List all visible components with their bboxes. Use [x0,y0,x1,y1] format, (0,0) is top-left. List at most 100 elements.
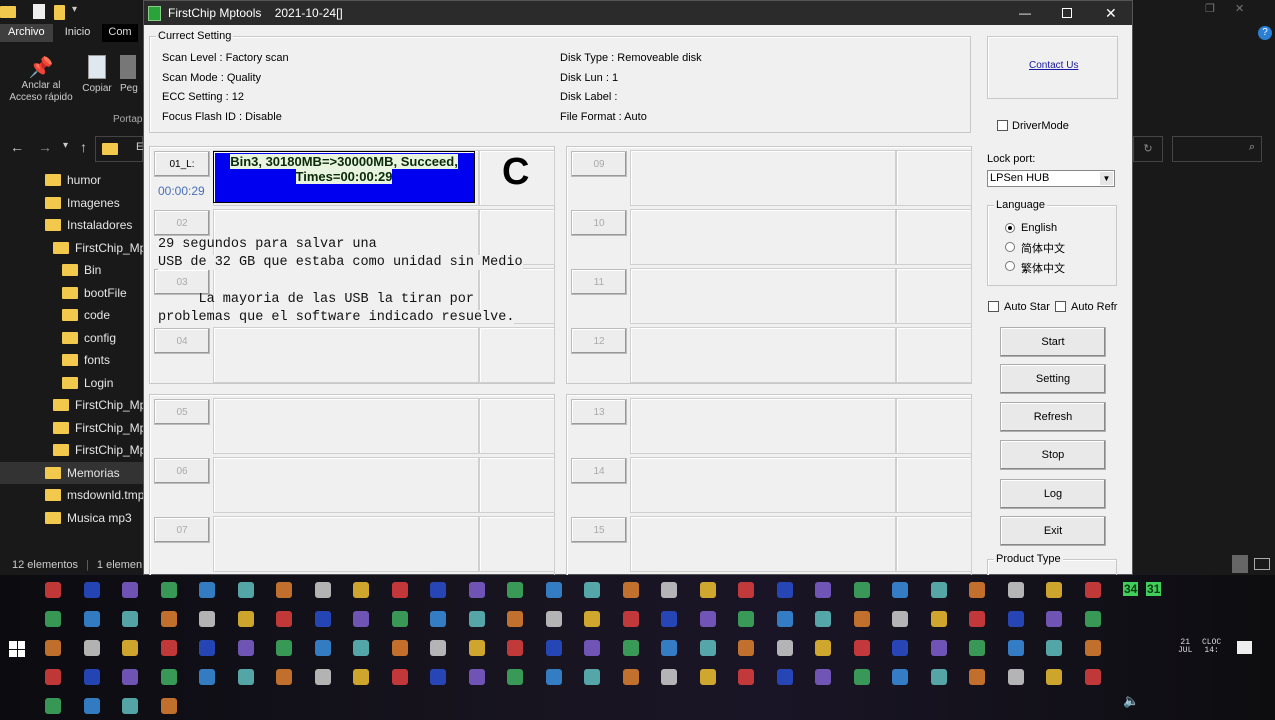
tray-app-icon[interactable] [468,582,485,598]
port-button[interactable]: 12 [571,328,627,354]
tray-app-icon[interactable] [122,611,138,627]
tray-app-icon[interactable] [237,611,254,627]
ribbon-copy[interactable]: Copiar [80,55,114,94]
tray-app-icon[interactable] [699,640,716,656]
tray-app-icon[interactable] [853,611,870,627]
tray-app-icon[interactable] [160,582,177,598]
tray-app-icon[interactable] [45,611,61,627]
minimize-button[interactable]: — [1019,6,1031,20]
tray-app-icon[interactable] [545,640,562,656]
close-icon[interactable]: ✕ [1235,2,1244,15]
restore-icon[interactable]: ❐ [1205,2,1215,15]
chevron-down-icon[interactable]: ▼ [1100,172,1113,185]
tree-item[interactable]: Login [62,372,113,394]
radio-simplified-chinese[interactable] [1005,242,1015,252]
tree-item[interactable]: humor [45,169,101,191]
tray-app-icon[interactable] [122,669,138,685]
tray-app-icon[interactable] [1084,640,1101,656]
tray-app-icon[interactable] [1084,611,1101,627]
tray-app-icon[interactable] [738,582,754,598]
refresh-button[interactable]: Refresh [1000,402,1106,432]
tray-app-icon[interactable] [391,582,408,598]
tab-archivo[interactable]: Archivo [0,24,53,42]
driver-mode-checkbox[interactable] [997,120,1008,131]
tray-app-icon[interactable] [314,669,331,685]
tray-app-icon[interactable] [507,669,523,685]
tray-app-icon[interactable] [815,611,831,627]
tree-item[interactable]: bootFile [62,282,127,304]
tray-app-icon[interactable] [468,640,485,656]
tree-item[interactable]: Instaladores [45,214,132,236]
port-button[interactable]: 13 [571,399,627,425]
tray-app-icon[interactable] [969,611,985,627]
tree-item[interactable]: msdownld.tmp [45,484,144,506]
tray-app-icon[interactable] [699,669,716,685]
tray-app-icon[interactable] [1007,640,1024,656]
maximize-button[interactable] [1062,8,1072,18]
tray-app-icon[interactable] [584,669,600,685]
tray-app-icon[interactable] [661,640,677,656]
tray-app-icon[interactable] [969,640,985,656]
tray-app-icon[interactable] [892,582,908,598]
tray-app-icon[interactable] [430,640,446,656]
tray-app-icon[interactable] [930,640,947,656]
tray-app-icon[interactable] [815,669,831,685]
tray-app-icon[interactable] [199,582,215,598]
tray-app-icon[interactable] [45,698,61,714]
tray-app-icon[interactable] [507,582,523,598]
tray-app-icon[interactable] [622,640,639,656]
badge-31[interactable]: 31 [1146,582,1162,596]
port-button[interactable]: 07 [154,517,210,543]
lock-port-select[interactable]: LPSen HUB ▼ [987,170,1115,187]
auto-refresh-checkbox[interactable] [1055,301,1066,312]
tree-item[interactable]: FirstChip_MpT [53,394,154,416]
tray-app-icon[interactable] [930,669,947,685]
tray-app-icon[interactable] [1046,611,1062,627]
radio-english[interactable] [1005,223,1015,233]
tray-app-icon[interactable] [661,611,677,627]
tray-app-icon[interactable] [430,582,446,598]
tab-compartir[interactable]: Com [102,24,138,42]
tray-app-icon[interactable] [353,582,369,598]
tray-app-icon[interactable] [1007,582,1024,598]
notification-icon[interactable] [1237,641,1252,654]
volume-icon[interactable]: 🔈 [1123,693,1139,709]
close-button[interactable]: ✕ [1105,5,1117,22]
exit-button[interactable]: Exit [1000,516,1106,546]
tray-app-icon[interactable] [699,582,716,598]
tree-item[interactable]: Imagenes [45,192,120,214]
tray-app-icon[interactable] [1046,582,1062,598]
tray-app-icon[interactable] [776,669,793,685]
forward-icon[interactable]: → [38,139,52,155]
tray-app-icon[interactable] [776,640,793,656]
tray-app-icon[interactable] [892,669,908,685]
contact-us-link[interactable]: Contact Us [1029,60,1078,71]
tray-app-icon[interactable] [853,582,870,598]
badge-34[interactable]: 34 [1123,582,1139,596]
tray-app-icon[interactable] [237,669,254,685]
port-button[interactable]: 02 [154,210,210,236]
tree-item[interactable]: FirstChip_MpT [53,439,154,461]
tray-app-icon[interactable] [853,669,870,685]
tree-item[interactable]: code [62,304,110,326]
tray-app-icon[interactable] [45,582,61,598]
properties-icon[interactable] [33,4,45,19]
help-icon[interactable]: ? [1258,26,1272,40]
tray-app-icon[interactable] [776,582,793,598]
tray-app-icon[interactable] [160,669,177,685]
tray-app-icon[interactable] [122,582,138,598]
port-button[interactable]: 04 [154,328,210,354]
tray-app-icon[interactable] [83,640,100,656]
tray-app-icon[interactable] [160,698,177,714]
tray-app-icon[interactable] [584,611,600,627]
tray-app-icon[interactable] [199,669,215,685]
tray-app-icon[interactable] [892,640,908,656]
details-view-icon[interactable] [1232,555,1248,573]
tray-app-icon[interactable] [1046,640,1062,656]
tray-app-icon[interactable] [815,640,831,656]
tray-app-icon[interactable] [853,640,870,656]
tray-app-icon[interactable] [276,582,292,598]
tray-app-icon[interactable] [468,611,485,627]
refresh-button[interactable]: ↻ [1133,136,1163,162]
tree-item[interactable]: Musica mp3 [45,507,132,529]
